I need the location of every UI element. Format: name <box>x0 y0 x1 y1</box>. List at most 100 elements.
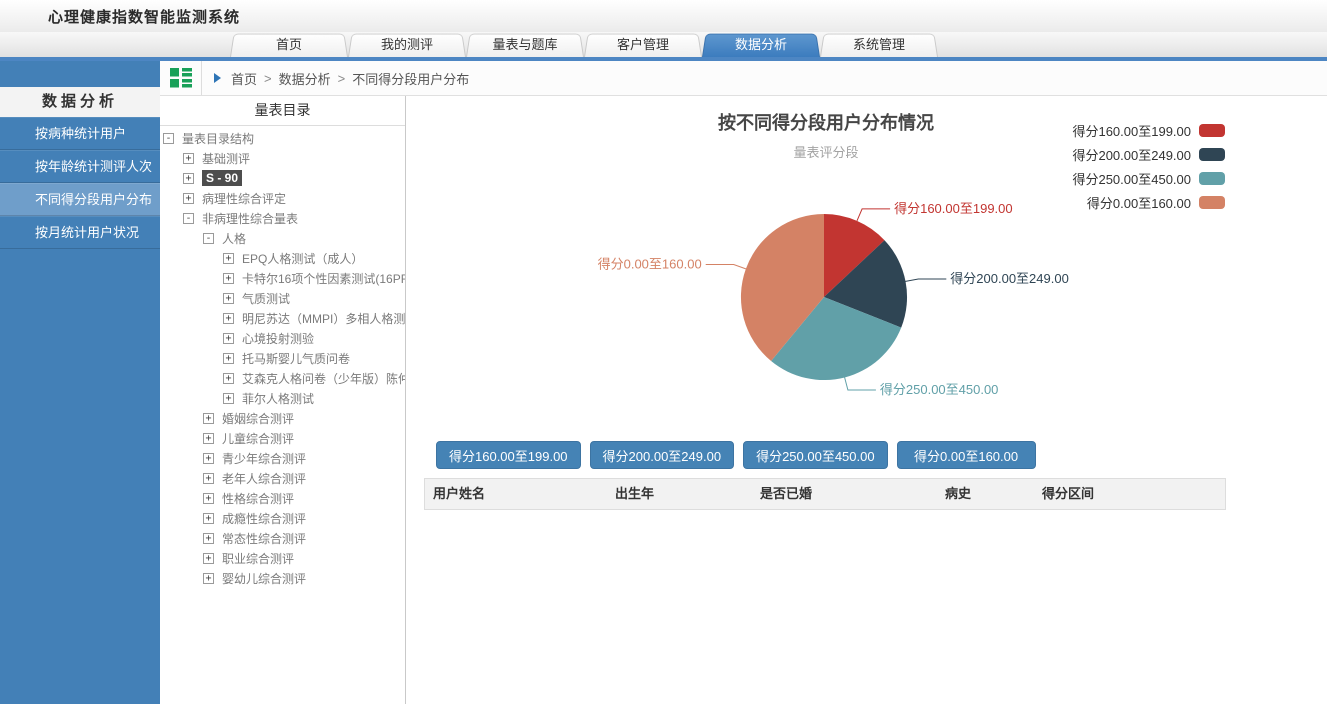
tree-node[interactable]: + 托马斯婴儿气质问卷 <box>160 348 405 368</box>
pie-label-3: 得分250.00至450.00 <box>880 382 999 397</box>
pie-label-line-3 <box>845 377 876 390</box>
sidebar-item-3[interactable]: 不同得分段用户分布 <box>0 183 160 216</box>
minus-box-icon[interactable]: - <box>203 233 214 244</box>
tree-node-label: 病理性综合评定 <box>202 190 286 207</box>
tree-node-label: 心境投射测验 <box>242 330 314 347</box>
tree-node[interactable]: +青少年综合测评 <box>160 448 405 468</box>
top-header: 心理健康指数智能监测系统 <box>0 0 1327 32</box>
segment-button-2[interactable]: 得分200.00至249.00 <box>590 441 735 469</box>
plus-box-icon[interactable]: + <box>223 333 234 344</box>
nav-tab-5[interactable]: 数据分析 <box>702 32 820 57</box>
plus-box-icon[interactable]: + <box>203 433 214 444</box>
grid-list-icon <box>170 68 192 88</box>
tree-node-label: 成瘾性综合测评 <box>222 510 306 527</box>
tree-node-label: 托马斯婴儿气质问卷 <box>242 350 350 367</box>
tree-node[interactable]: +婚姻综合测评 <box>160 408 405 428</box>
tree-node-label: 职业综合测评 <box>222 550 294 567</box>
tree-node-label: 明尼苏达（MMPI）多相人格测试 <box>242 310 406 327</box>
nav-tab-2[interactable]: 我的测评 <box>348 32 466 57</box>
table-column-header-5: 得分区间 <box>1034 479 1223 509</box>
tree-node[interactable]: +儿童综合测评 <box>160 428 405 448</box>
app-title: 心理健康指数智能监测系统 <box>0 6 240 27</box>
tree-node-label: 婴幼儿综合测评 <box>222 570 306 587</box>
content-body: 量表目录 -量表目录结构+基础测评+S - 90+病理性综合评定-非病理性综合量… <box>160 96 1327 704</box>
tree-toggle-button[interactable] <box>160 61 202 95</box>
tree-panel-title: 量表目录 <box>160 96 405 126</box>
tree-node[interactable]: + 明尼苏达（MMPI）多相人格测试 <box>160 308 405 328</box>
tree-node[interactable]: +卡特尔16项个性因素测试(16PF) <box>160 268 405 288</box>
segment-button-4[interactable]: 得分0.00至160.00 <box>897 441 1036 469</box>
tree-node[interactable]: + S - 90 <box>160 168 405 188</box>
plus-box-icon[interactable]: + <box>203 513 214 524</box>
minus-box-icon[interactable]: - <box>183 213 194 224</box>
tree-node-label: 非病理性综合量表 <box>202 210 298 227</box>
breadcrumb: 首页 > 数据分析 > 不同得分段用户分布 <box>202 61 469 95</box>
plus-box-icon[interactable]: + <box>223 273 234 284</box>
pie-label-2: 得分200.00至249.00 <box>950 271 1069 286</box>
scale-catalog-panel: 量表目录 -量表目录结构+基础测评+S - 90+病理性综合评定-非病理性综合量… <box>160 96 406 704</box>
plus-box-icon[interactable]: + <box>203 413 214 424</box>
sidebar-menu: 按病种统计用户按年龄统计测评人次不同得分段用户分布按月统计用户状况 <box>0 117 160 249</box>
tree-node[interactable]: +菲尔人格测试 <box>160 388 405 408</box>
tree-node-label: 基础测评 <box>202 150 250 167</box>
pie-label-line-2 <box>906 279 947 281</box>
plus-box-icon[interactable]: + <box>203 573 214 584</box>
breadcrumb-item-2[interactable]: 数据分析 <box>279 69 331 88</box>
tree-node[interactable]: + 性格综合测评 <box>160 488 405 508</box>
tree-node[interactable]: + 基础测评 <box>160 148 405 168</box>
plus-box-icon[interactable]: + <box>223 393 234 404</box>
pie-label-1: 得分160.00至199.00 <box>894 201 1013 216</box>
tree-node[interactable]: + 职业综合测评 <box>160 548 405 568</box>
plus-box-icon[interactable]: + <box>203 533 214 544</box>
tree-node[interactable]: + EPQ人格测试（成人） <box>160 248 405 268</box>
sidebar: 数据分析 按病种统计用户按年龄统计测评人次不同得分段用户分布按月统计用户状况 <box>0 61 160 704</box>
breadcrumb-separator: > <box>264 71 272 86</box>
nav-tab-3[interactable]: 量表与题库 <box>466 32 584 57</box>
plus-box-icon[interactable]: + <box>203 473 214 484</box>
plus-box-icon[interactable]: + <box>223 353 234 364</box>
tree-node[interactable]: + 病理性综合评定 <box>160 188 405 208</box>
nav-tab-6[interactable]: 系统管理 <box>820 32 938 57</box>
segment-button-3[interactable]: 得分250.00至450.00 <box>743 441 888 469</box>
plus-box-icon[interactable]: + <box>223 293 234 304</box>
plus-box-icon[interactable]: + <box>183 173 194 184</box>
sidebar-item-2[interactable]: 按年龄统计测评人次 <box>0 150 160 183</box>
tree-node[interactable]: +老年人综合测评 <box>160 468 405 488</box>
chart-panel: 按不同得分段用户分布情况 量表评分段 得分160.00至199.00得分200.… <box>406 96 1327 704</box>
tree-node[interactable]: + 婴幼儿综合测评 <box>160 568 405 588</box>
tree-node-label: 艾森克人格问卷（少年版）陈仲庚 <box>242 370 406 387</box>
sidebar-item-4[interactable]: 按月统计用户状况 <box>0 216 160 249</box>
tree-node-label: S - 90 <box>202 170 242 186</box>
pie-chart: 得分160.00至199.00 得分200.00至249.00 得分250.00至4… <box>406 96 1326 446</box>
plus-box-icon[interactable]: + <box>203 553 214 564</box>
plus-box-icon[interactable]: + <box>183 193 194 204</box>
tree-node[interactable]: + 心境投射测验 <box>160 328 405 348</box>
minus-box-icon[interactable]: - <box>163 133 174 144</box>
plus-box-icon[interactable]: + <box>223 373 234 384</box>
segment-button-1[interactable]: 得分160.00至199.00 <box>436 441 581 469</box>
nav-bar: 首页我的测评量表与题库客户管理数据分析系统管理 <box>0 32 1327 57</box>
nav-tab-1[interactable]: 首页 <box>230 32 348 57</box>
tree-node[interactable]: -人格 <box>160 228 405 248</box>
plus-box-icon[interactable]: + <box>203 453 214 464</box>
tree-node[interactable]: + 艾森克人格问卷（少年版）陈仲庚 <box>160 368 405 388</box>
sidebar-item-1[interactable]: 按病种统计用户 <box>0 117 160 150</box>
breadcrumb-row: 首页 > 数据分析 > 不同得分段用户分布 <box>160 61 1327 96</box>
nav-tab-label: 我的测评 <box>348 32 466 57</box>
plus-box-icon[interactable]: + <box>203 493 214 504</box>
table-column-header-4: 病史 <box>937 479 1034 509</box>
plus-box-icon[interactable]: + <box>183 153 194 164</box>
breadcrumb-item-3[interactable]: 不同得分段用户分布 <box>352 69 469 88</box>
tree-node-label: EPQ人格测试（成人） <box>242 250 363 267</box>
tree-node[interactable]: -非病理性综合量表 <box>160 208 405 228</box>
plus-box-icon[interactable]: + <box>223 253 234 264</box>
nav-tab-4[interactable]: 客户管理 <box>584 32 702 57</box>
tree-node[interactable]: +常态性综合测评 <box>160 528 405 548</box>
breadcrumb-item-1[interactable]: 首页 <box>231 69 257 88</box>
tree-node[interactable]: +气质测试 <box>160 288 405 308</box>
tree-node[interactable]: -量表目录结构 <box>160 128 405 148</box>
tree-node-label: 性格综合测评 <box>222 490 294 507</box>
tree-node[interactable]: + 成瘾性综合测评 <box>160 508 405 528</box>
breadcrumb-separator: > <box>338 71 346 86</box>
plus-box-icon[interactable]: + <box>223 313 234 324</box>
